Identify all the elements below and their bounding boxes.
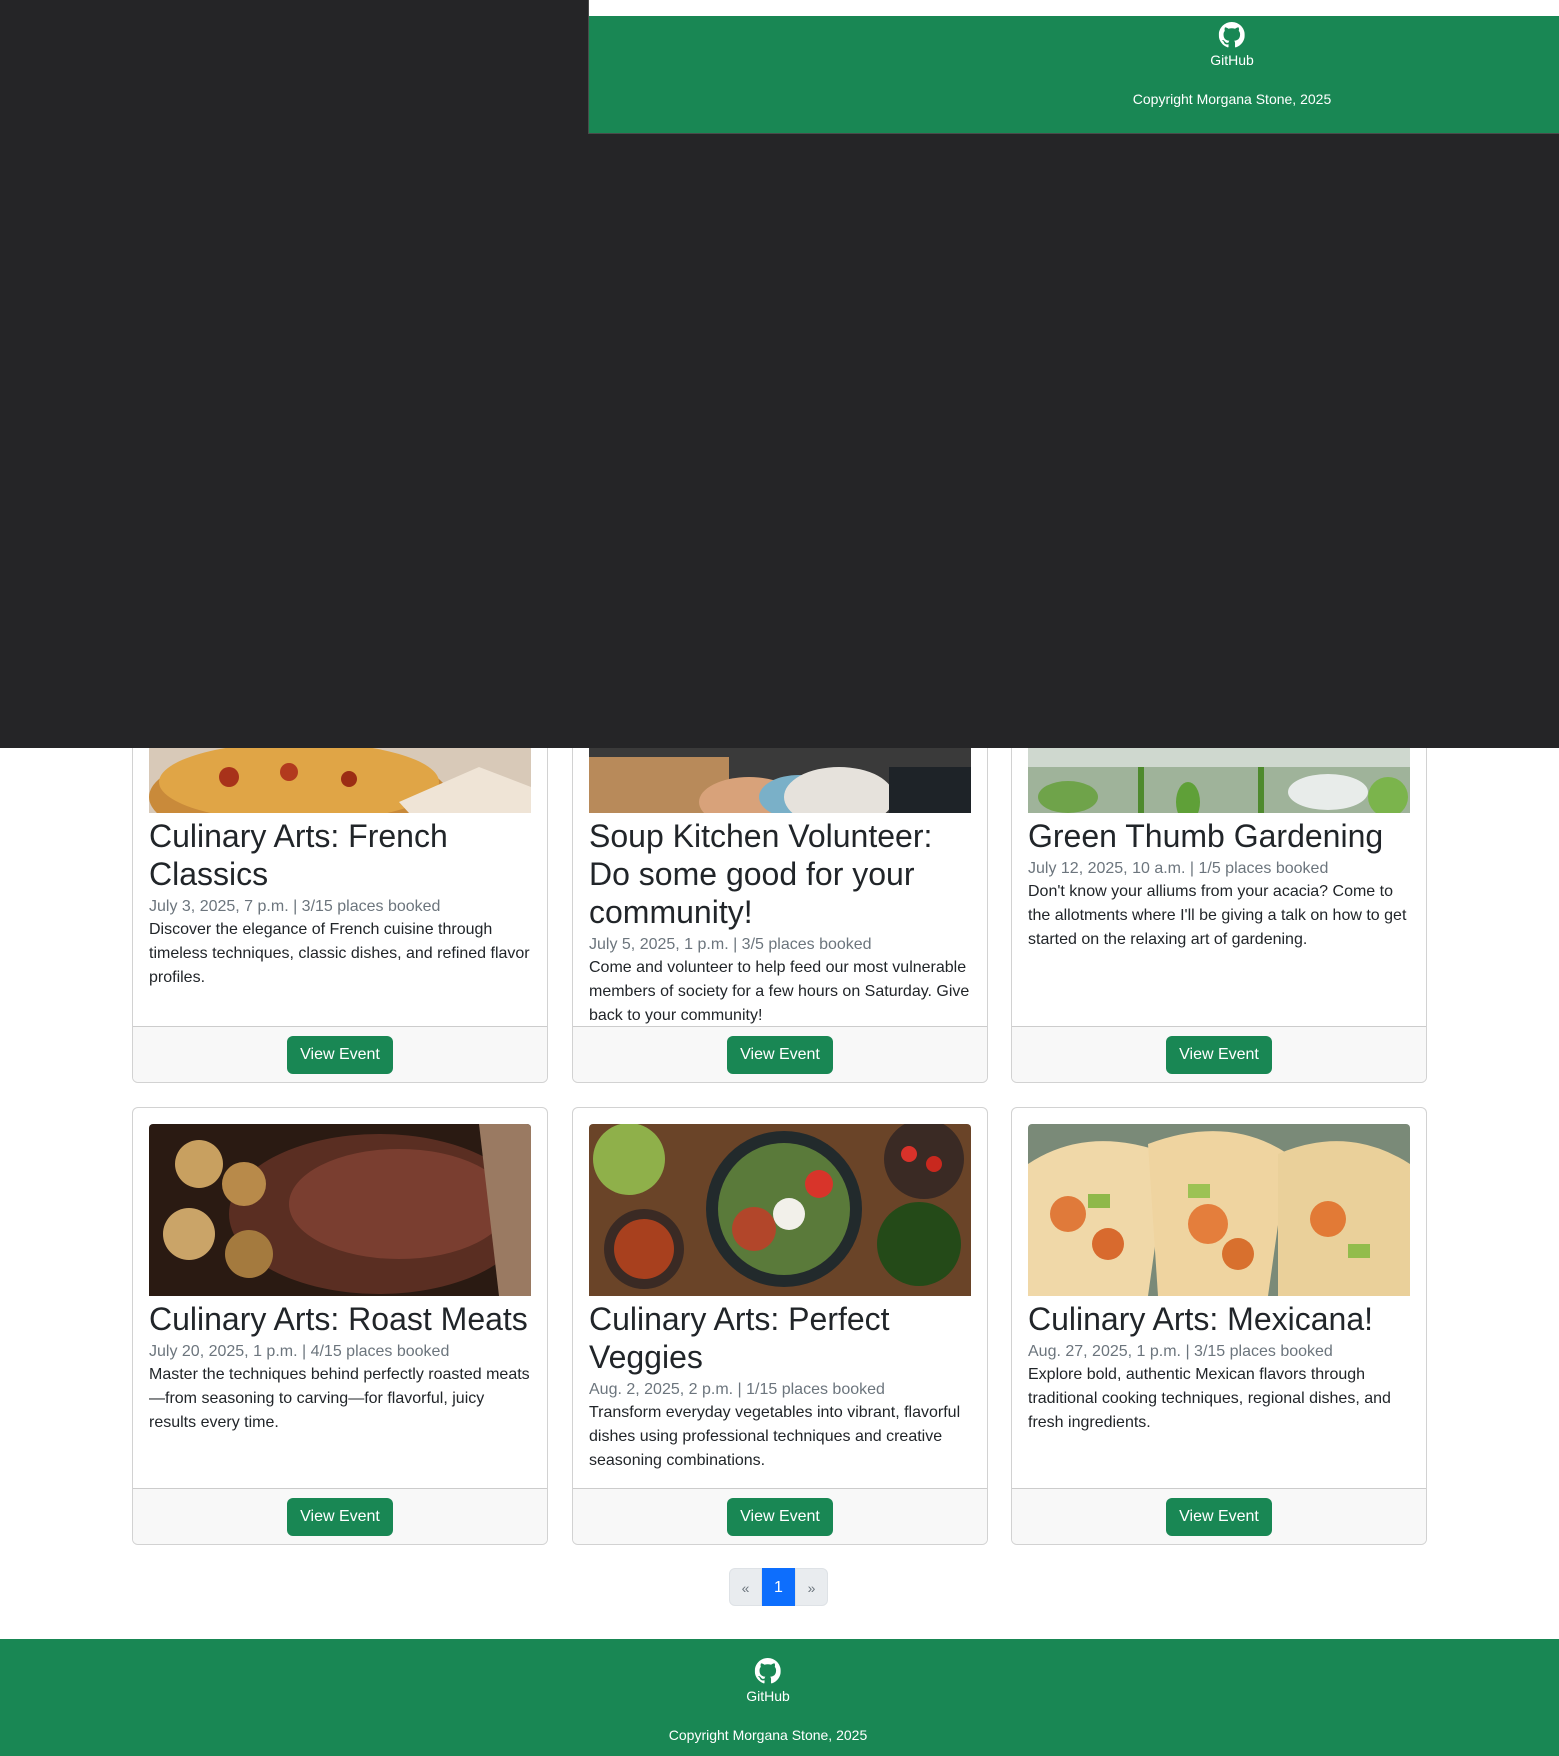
event-card: Culinary Arts: Mexicana! Aug. 27, 2025, … <box>1011 1107 1427 1545</box>
event-image <box>1028 1124 1410 1296</box>
card-footer: View Event <box>573 1488 987 1544</box>
event-meta: Aug. 2, 2025, 2 p.m. | 1/15 places booke… <box>589 1381 885 1398</box>
view-event-button[interactable]: View Event <box>1166 1035 1272 1074</box>
event-image <box>149 1124 531 1296</box>
event-title: Culinary Arts: Mexicana! <box>1028 1301 1374 1337</box>
github-link[interactable]: GitHub <box>669 1658 867 1704</box>
event-description: Come and volunteer to help feed our most… <box>589 959 970 1024</box>
card-footer: View Event <box>1012 1026 1426 1082</box>
github-icon <box>1219 22 1245 48</box>
card-body: Culinary Arts: Mexicana! Aug. 27, 2025, … <box>1028 1124 1410 1435</box>
event-image <box>589 1124 971 1296</box>
event-meta: Aug. 27, 2025, 1 p.m. | 3/15 places book… <box>1028 1343 1333 1360</box>
copyright-text: Copyright Morgana Stone, 2025 <box>668 1727 868 1743</box>
tacos-photo <box>1028 1124 1410 1296</box>
view-event-button[interactable]: View Event <box>727 1497 833 1536</box>
pagination-page-1[interactable]: 1 <box>762 1568 795 1606</box>
footer-content: GitHub Copyright Morgana Stone, 2025 <box>1133 22 1331 107</box>
github-icon <box>755 1658 781 1684</box>
view-event-button[interactable]: View Event <box>727 1035 833 1074</box>
event-title: Culinary Arts: Roast Meats <box>149 1301 528 1337</box>
event-description: Explore bold, authentic Mexican flavors … <box>1028 1366 1391 1431</box>
github-label: GitHub <box>1210 52 1254 68</box>
roast-meat-photo <box>149 1124 531 1296</box>
event-meta: July 20, 2025, 1 p.m. | 4/15 places book… <box>149 1343 450 1360</box>
card-footer: View Event <box>1012 1488 1426 1544</box>
overlay-footer-panel: GitHub Copyright Morgana Stone, 2025 <box>588 0 1559 134</box>
event-meta: July 12, 2025, 10 a.m. | 1/5 places book… <box>1028 860 1329 877</box>
event-description: Discover the elegance of French cuisine … <box>149 921 530 986</box>
event-title: Green Thumb Gardening <box>1028 818 1384 854</box>
event-title: Culinary Arts: French Classics <box>149 818 448 892</box>
white-strip <box>589 0 1559 16</box>
event-description: Master the techniques behind perfectly r… <box>149 1366 530 1431</box>
veggie-bowl-photo <box>589 1124 971 1296</box>
site-footer: GitHub Copyright Morgana Stone, 2025 <box>0 1639 1559 1756</box>
view-event-button[interactable]: View Event <box>287 1035 393 1074</box>
github-link[interactable]: GitHub <box>1133 22 1331 68</box>
event-meta: July 5, 2025, 1 p.m. | 3/5 places booked <box>589 936 872 953</box>
event-meta: July 3, 2025, 7 p.m. | 3/15 places booke… <box>149 898 441 915</box>
card-footer: View Event <box>133 1026 547 1082</box>
event-description: Don't know your alliums from your acacia… <box>1028 883 1407 948</box>
card-body: Culinary Arts: Roast Meats July 20, 2025… <box>149 1124 531 1435</box>
card-footer: View Event <box>133 1488 547 1544</box>
pagination-next[interactable]: » <box>795 1568 828 1606</box>
card-body: Culinary Arts: Perfect Veggies Aug. 2, 2… <box>589 1124 971 1473</box>
pagination: « 1 » <box>729 1568 828 1606</box>
view-event-button[interactable]: View Event <box>1166 1497 1272 1536</box>
event-title: Culinary Arts: Perfect Veggies <box>589 1301 890 1375</box>
event-description: Transform everyday vegetables into vibra… <box>589 1404 961 1469</box>
copyright-text: Copyright Morgana Stone, 2025 <box>1132 91 1332 107</box>
github-label: GitHub <box>746 1688 790 1704</box>
event-title: Soup Kitchen Volunteer: Do some good for… <box>589 818 933 930</box>
view-event-button[interactable]: View Event <box>287 1497 393 1536</box>
event-card: Culinary Arts: Roast Meats July 20, 2025… <box>132 1107 548 1545</box>
card-footer: View Event <box>573 1026 987 1082</box>
event-card: Culinary Arts: Perfect Veggies Aug. 2, 2… <box>572 1107 988 1545</box>
pagination-previous[interactable]: « <box>729 1568 762 1606</box>
footer-content: GitHub Copyright Morgana Stone, 2025 <box>669 1658 867 1743</box>
